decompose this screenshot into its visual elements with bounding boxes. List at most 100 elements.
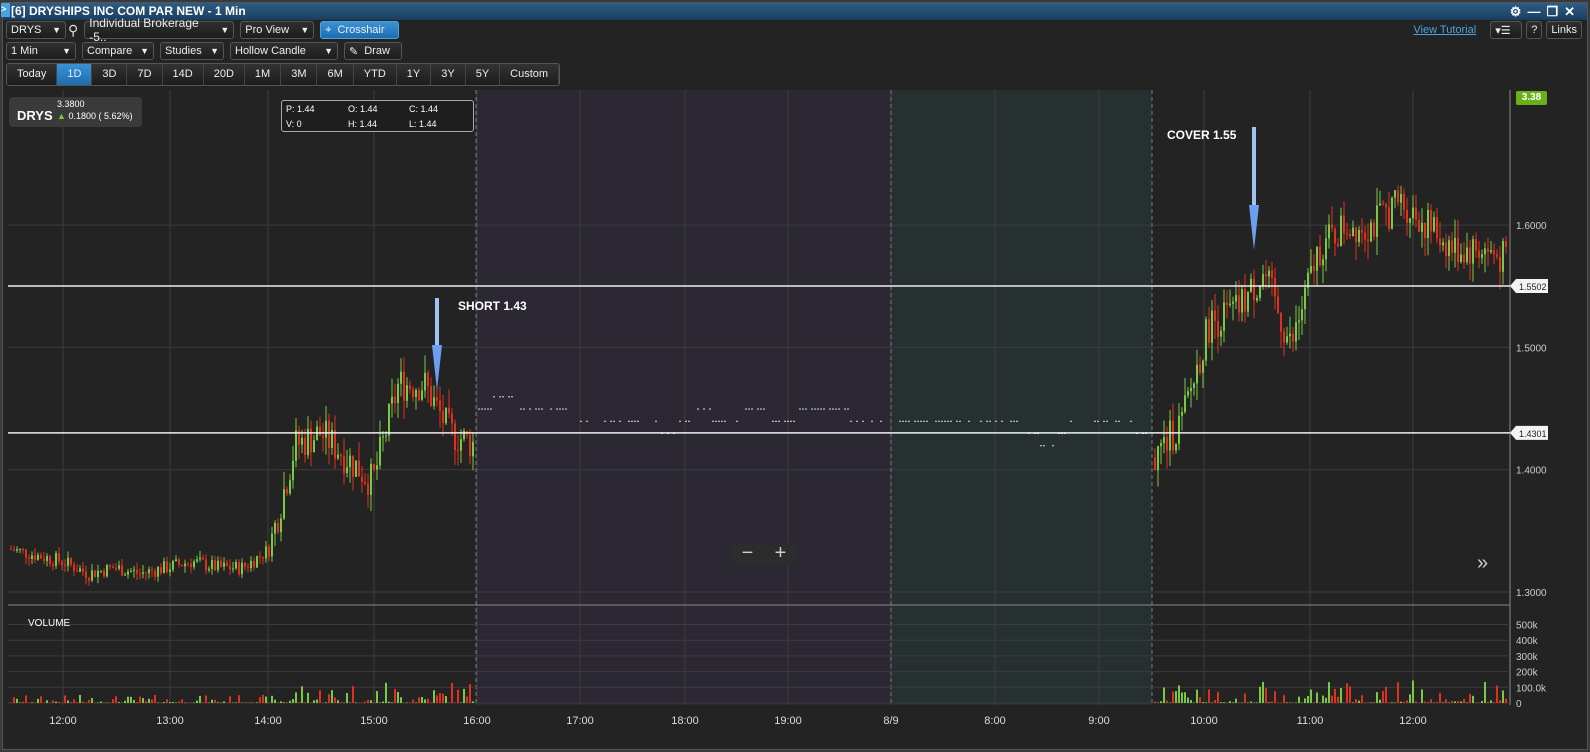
candle-body	[1412, 207, 1414, 219]
volume-bar	[202, 702, 204, 703]
candle-body	[1475, 239, 1477, 251]
candle-body	[1400, 193, 1402, 203]
candle-body	[1385, 204, 1387, 208]
price-tick	[941, 420, 943, 422]
price-tick	[757, 408, 759, 410]
candle-body	[1364, 232, 1366, 240]
candle-body	[178, 559, 180, 565]
price-tick	[562, 408, 564, 410]
price-tick	[772, 420, 774, 422]
price-tick	[1130, 420, 1132, 422]
candle-body	[280, 518, 282, 533]
candle-body	[13, 549, 15, 551]
candle-body	[268, 546, 270, 557]
candle-body	[55, 553, 57, 566]
candle-body	[130, 571, 132, 573]
price-tick	[631, 420, 633, 422]
candle-body	[202, 557, 204, 560]
scroll-right-button[interactable]: »	[1477, 552, 1488, 575]
volume-bar	[127, 696, 129, 703]
zoom-out-button[interactable]: −	[742, 543, 754, 565]
zoom-in-button[interactable]: +	[775, 543, 787, 565]
volume-bar	[274, 699, 276, 703]
volume-bar	[40, 696, 42, 703]
volume-bar	[400, 697, 402, 703]
down-arrow-icon	[435, 298, 439, 345]
price-tick	[899, 420, 901, 422]
price-tick	[926, 420, 928, 422]
candle-body	[1298, 320, 1300, 323]
candle-body	[439, 400, 441, 411]
candle-body	[1472, 239, 1474, 264]
x-tick-label: 13:00	[156, 715, 184, 727]
volume-bar	[298, 702, 300, 703]
candle-body	[217, 560, 219, 571]
price-tick	[947, 420, 949, 422]
price-tick	[718, 420, 720, 422]
candle-body	[1259, 286, 1261, 298]
price-tick	[721, 420, 723, 422]
volume-bar	[406, 702, 408, 703]
volume-bar	[1280, 702, 1282, 703]
volume-bar	[454, 702, 456, 703]
candle-body	[1268, 270, 1270, 277]
volume-bar	[394, 688, 396, 703]
candle-body	[1295, 322, 1297, 342]
price-tick	[736, 420, 738, 422]
volume-bar	[118, 702, 120, 703]
cover-annotation[interactable]: COVER 1.55	[1167, 128, 1236, 142]
candle-body	[46, 556, 48, 561]
candle-body	[1187, 391, 1189, 396]
volume-bar	[1376, 692, 1378, 703]
volume-bar	[1262, 681, 1264, 703]
candle-body	[232, 568, 234, 570]
price-tick	[520, 408, 522, 410]
price-tick	[835, 408, 837, 410]
short-annotation[interactable]: SHORT 1.43	[458, 299, 527, 313]
candle-body	[214, 560, 216, 571]
volume-bar	[262, 694, 264, 703]
price-chart[interactable]: 12:00 13:00 14:00 15:00 16:00 17:00 18:00 19:00…	[0, 0, 1590, 752]
candle-body	[142, 572, 144, 574]
volume-bar	[1250, 701, 1252, 703]
volume-bar	[415, 702, 417, 703]
volume-bar	[1334, 688, 1336, 703]
y-tick-label: 1.4000	[1516, 466, 1547, 477]
volume-bar	[1307, 695, 1309, 703]
volume-bar	[457, 689, 459, 703]
candle-body	[289, 480, 291, 494]
candle-body	[211, 560, 213, 569]
candle-body	[1289, 333, 1291, 337]
volume-bar	[217, 702, 219, 703]
candle-body	[1319, 246, 1321, 266]
volume-bar	[10, 702, 12, 703]
candle-body	[109, 565, 111, 567]
volume-tick-label: 100.0k	[1516, 683, 1547, 694]
price-tick	[944, 420, 946, 422]
volume-bar	[1493, 702, 1495, 703]
candle-body	[79, 568, 81, 572]
candle-body	[172, 561, 174, 570]
candle-body	[1427, 209, 1429, 239]
candle-body	[1223, 302, 1225, 331]
price-tick	[1043, 445, 1045, 447]
volume-bar	[1469, 693, 1471, 703]
volume-bar	[1181, 692, 1183, 703]
candle-body	[1190, 387, 1192, 392]
price-tick	[814, 408, 816, 410]
price-tick	[956, 420, 958, 422]
volume-bar	[1259, 686, 1261, 703]
volume-bar	[1475, 702, 1477, 703]
volume-bar	[331, 690, 333, 703]
candle-body	[436, 397, 438, 401]
price-tick	[550, 408, 552, 410]
candle-body	[271, 533, 273, 557]
level-tag-label: 1.4301	[1519, 429, 1547, 439]
candle-body	[283, 489, 285, 519]
candle-body	[1160, 443, 1162, 447]
candle-body	[376, 465, 378, 470]
volume-bar	[1448, 702, 1450, 703]
volume-bar	[1298, 696, 1300, 703]
after-hours-region	[476, 90, 891, 705]
candle-body	[241, 562, 243, 575]
